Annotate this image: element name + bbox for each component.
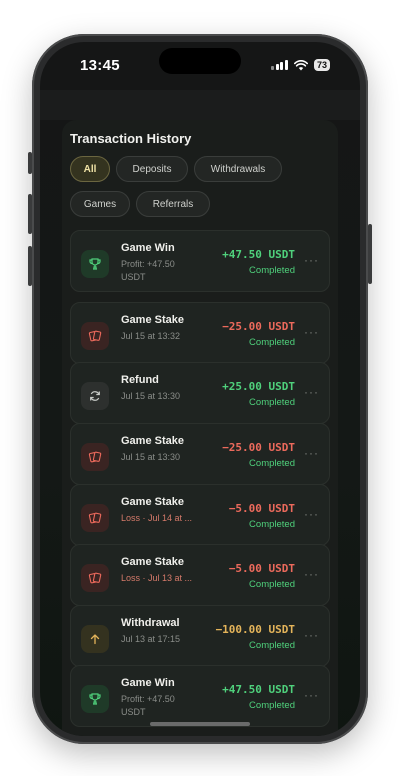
arrow-up-icon <box>81 625 109 653</box>
phone-power-button <box>368 224 372 284</box>
transaction-amount: +47.50 USDT <box>222 248 295 261</box>
filter-chip-all[interactable]: All <box>70 156 110 182</box>
more-options-button[interactable]: ··· <box>304 567 319 581</box>
section-title: Transaction History <box>70 131 192 146</box>
transaction-row[interactable]: Game Stake Jul 15 at 13:30 −25.00 USDT C… <box>70 423 330 485</box>
transaction-amount: −25.00 USDT <box>222 441 295 454</box>
transaction-row[interactable]: Game Stake Loss · Jul 14 at ... −5.00 US… <box>70 484 330 546</box>
transaction-amount: −5.00 USDT <box>228 562 295 575</box>
transaction-status: Completed <box>249 700 295 711</box>
filter-chip-deposits[interactable]: Deposits <box>116 156 188 182</box>
home-indicator <box>150 722 250 726</box>
more-options-button[interactable]: ··· <box>304 507 319 521</box>
transaction-subtitle: Loss · Jul 13 at ... <box>121 573 193 583</box>
filter-chip-games[interactable]: Games <box>70 191 130 217</box>
trophy-icon <box>81 250 109 278</box>
phone-volume-up <box>28 194 32 234</box>
transaction-title: Game Win <box>121 677 175 689</box>
transaction-amount: +25.00 USDT <box>222 380 295 393</box>
filter-chip-referrals[interactable]: Referrals <box>136 191 210 217</box>
status-icons: 73 <box>271 59 330 71</box>
transaction-subtitle: Jul 13 at 17:15 <box>121 634 181 644</box>
status-bar: 13:45 73 <box>40 42 360 90</box>
transaction-row[interactable]: Game Stake Jul 15 at 13:32 −25.00 USDT C… <box>70 302 330 364</box>
transaction-status: Completed <box>249 265 295 276</box>
transaction-title: Game Stake <box>121 496 184 508</box>
phone-frame: 13:45 73 Transaction History All Deposit… <box>28 34 372 744</box>
phone-side-button <box>28 152 32 174</box>
transaction-status: Completed <box>249 397 295 408</box>
transaction-amount: +47.50 USDT <box>222 683 295 696</box>
phone-screen: 13:45 73 Transaction History All Deposit… <box>40 42 360 736</box>
more-options-button[interactable]: ··· <box>304 446 319 460</box>
wifi-icon <box>293 59 308 70</box>
transaction-row[interactable]: Game Win Profit: +47.50 USDT +47.50 USDT… <box>70 665 330 727</box>
transaction-amount: −5.00 USDT <box>228 502 295 515</box>
cards-icon <box>81 504 109 532</box>
cards-icon <box>81 443 109 471</box>
transaction-amount: −100.00 USDT <box>215 623 295 636</box>
transaction-subtitle: Jul 15 at 13:30 <box>121 452 181 462</box>
transaction-title: Game Stake <box>121 314 184 326</box>
transaction-title: Game Stake <box>121 556 184 568</box>
transaction-title: Withdrawal <box>121 617 180 629</box>
transaction-row[interactable]: Refund Jul 15 at 13:30 +25.00 USDT Compl… <box>70 362 330 424</box>
transaction-title: Game Stake <box>121 435 184 447</box>
more-options-button[interactable]: ··· <box>304 628 319 642</box>
transaction-row[interactable]: Game Win Profit: +47.50 USDT +47.50 USDT… <box>70 230 330 292</box>
more-options-button[interactable]: ··· <box>304 325 319 339</box>
more-options-button[interactable]: ··· <box>304 385 319 399</box>
refresh-icon <box>81 382 109 410</box>
transaction-status: Completed <box>249 579 295 590</box>
more-options-button[interactable]: ··· <box>304 688 319 702</box>
transaction-status: Completed <box>249 458 295 469</box>
filter-chip-withdrawals[interactable]: Withdrawals <box>194 156 282 182</box>
transaction-amount: −25.00 USDT <box>222 320 295 333</box>
transaction-row[interactable]: Withdrawal Jul 13 at 17:15 −100.00 USDT … <box>70 605 330 667</box>
transaction-status: Completed <box>249 337 295 348</box>
phone-volume-down <box>28 246 32 286</box>
transaction-status: Completed <box>249 640 295 651</box>
app-top-bar <box>40 90 360 120</box>
more-options-button[interactable]: ··· <box>304 253 319 267</box>
transaction-subtitle: Jul 15 at 13:30 <box>121 391 181 401</box>
transaction-title: Game Win <box>121 242 175 254</box>
transaction-row[interactable]: Game Stake Loss · Jul 13 at ... −5.00 US… <box>70 544 330 606</box>
transaction-subtitle: Jul 15 at 13:32 <box>121 331 181 341</box>
trophy-icon <box>81 685 109 713</box>
cards-icon <box>81 322 109 350</box>
signal-icon <box>271 60 288 70</box>
transaction-title: Refund <box>121 374 159 386</box>
status-time: 13:45 <box>80 57 120 74</box>
transaction-status: Completed <box>249 519 295 530</box>
cards-icon <box>81 564 109 592</box>
transaction-subtitle: Loss · Jul 14 at ... <box>121 513 193 523</box>
transaction-subtitle: Profit: +47.50 USDT <box>121 259 175 282</box>
dynamic-island <box>159 48 241 74</box>
battery-indicator: 73 <box>313 59 330 71</box>
transaction-subtitle: Profit: +47.50 USDT <box>121 694 175 717</box>
